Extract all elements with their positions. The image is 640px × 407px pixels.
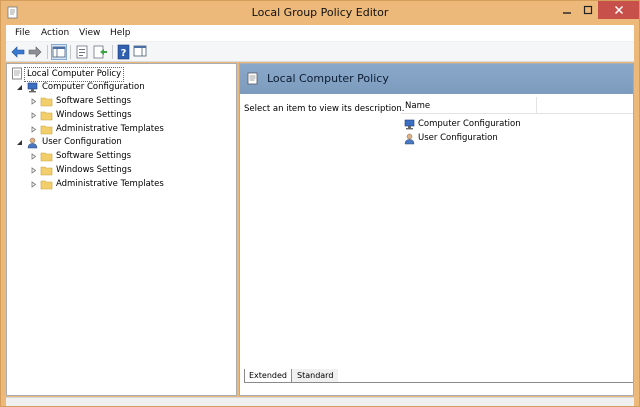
export-list-button[interactable] <box>92 44 108 60</box>
list-item-label: Computer Configuration <box>418 119 521 129</box>
tab-extended[interactable]: Extended <box>244 369 292 383</box>
collapsed-arrow-icon[interactable] <box>30 181 37 188</box>
export-list-icon <box>93 45 107 59</box>
help-button[interactable]: ? <box>116 44 132 60</box>
menu-view[interactable]: View <box>79 28 100 38</box>
collapsed-arrow-icon[interactable] <box>30 112 37 119</box>
folder-icon <box>40 123 53 136</box>
tree-item-label: Windows Settings <box>56 165 132 175</box>
user-icon <box>403 132 416 145</box>
collapsed-arrow-icon[interactable] <box>30 153 37 160</box>
tree-item-computer-software-settings[interactable]: Software Settings <box>29 95 179 108</box>
back-button[interactable] <box>10 44 26 60</box>
list-item-label: User Configuration <box>418 133 498 143</box>
collapsed-arrow-icon[interactable] <box>30 126 37 133</box>
minimize-icon <box>563 12 571 14</box>
properties-icon <box>76 45 88 59</box>
folder-icon <box>40 109 53 122</box>
menu-file[interactable]: File <box>15 28 30 38</box>
tree-item-label: Administrative Templates <box>56 124 164 134</box>
tree-item-computer-configuration[interactable]: Computer Configuration <box>15 81 175 94</box>
description-text: Select an item to view its description. <box>244 104 405 114</box>
tree-item-label: Software Settings <box>56 151 132 161</box>
toolbar-separator <box>70 45 71 59</box>
folder-icon <box>40 178 53 191</box>
folder-icon <box>40 150 53 163</box>
close-button[interactable] <box>598 1 639 19</box>
close-icon <box>614 5 623 15</box>
computer-icon <box>403 118 416 131</box>
details-header-title: Local Computer Policy <box>267 72 389 85</box>
policy-document-icon <box>11 67 24 80</box>
menu-action[interactable]: Action <box>41 28 69 38</box>
folder-icon <box>40 164 53 177</box>
tree-item-computer-administrative-templates[interactable]: Administrative Templates <box>29 123 199 136</box>
list-column-header: Name <box>401 97 633 114</box>
menu-help[interactable]: Help <box>110 28 131 38</box>
details-header: Local Computer Policy <box>240 64 633 94</box>
status-bar <box>6 397 634 406</box>
tree-item-local-computer-policy[interactable]: Local Computer Policy <box>11 67 151 82</box>
tree-item-label: Administrative Templates <box>56 179 164 189</box>
user-icon <box>26 136 39 149</box>
tree-item-computer-windows-settings[interactable]: Windows Settings <box>29 109 179 122</box>
tree-item-label: User Configuration <box>42 137 122 147</box>
tree-item-label: Local Computer Policy <box>24 67 125 82</box>
policy-document-icon <box>247 72 258 85</box>
minimize-button[interactable] <box>557 1 577 19</box>
show-hide-action-pane-icon <box>133 45 147 57</box>
svg-text:?: ? <box>121 48 127 59</box>
list-item-user-configuration[interactable]: User Configuration <box>403 132 563 145</box>
list-item-computer-configuration[interactable]: Computer Configuration <box>403 118 563 131</box>
expanded-arrow-icon[interactable] <box>16 139 23 146</box>
show-hide-action-pane-button[interactable] <box>133 44 149 60</box>
title-bar[interactable]: Local Group Policy Editor <box>1 1 639 25</box>
tab-standard[interactable]: Standard <box>292 369 338 383</box>
tree-item-label: Computer Configuration <box>42 82 145 92</box>
column-header-name[interactable]: Name <box>405 101 430 111</box>
forward-arrow-icon <box>28 46 42 58</box>
folder-icon <box>40 95 53 108</box>
toolbar: ? <box>6 42 634 62</box>
tree-item-user-software-settings[interactable]: Software Settings <box>29 150 179 163</box>
tab-baseline <box>338 382 633 383</box>
window-title: Local Group Policy Editor <box>251 6 389 19</box>
toolbar-separator <box>112 45 113 59</box>
tree-item-user-administrative-templates[interactable]: Administrative Templates <box>29 178 199 191</box>
view-tabs: Extended Standard <box>240 369 633 384</box>
console-tree-pane[interactable]: Local Computer Policy Computer Configura… <box>6 63 237 396</box>
tree-item-user-windows-settings[interactable]: Windows Settings <box>29 164 179 177</box>
maximize-icon <box>583 5 593 15</box>
tree-item-label: Software Settings <box>56 96 132 106</box>
window-frame: Local Group Policy Editor File Action Vi… <box>0 0 640 407</box>
help-icon: ? <box>117 44 130 60</box>
expanded-arrow-icon[interactable] <box>16 84 23 91</box>
show-hide-tree-button[interactable] <box>51 44 67 60</box>
column-divider[interactable] <box>536 97 537 114</box>
toolbar-separator <box>47 45 48 59</box>
tree-item-label: Windows Settings <box>56 110 132 120</box>
collapsed-arrow-icon[interactable] <box>30 98 37 105</box>
maximize-button[interactable] <box>578 1 598 19</box>
show-hide-tree-icon <box>52 46 66 58</box>
forward-button[interactable] <box>27 44 43 60</box>
back-arrow-icon <box>11 46 25 58</box>
computer-icon <box>26 81 39 94</box>
collapsed-arrow-icon[interactable] <box>30 167 37 174</box>
details-pane[interactable]: Local Computer Policy Select an item to … <box>239 63 634 396</box>
tree-item-user-configuration[interactable]: User Configuration <box>15 136 175 149</box>
menu-bar: File Action View Help <box>6 25 634 42</box>
properties-button[interactable] <box>74 44 90 60</box>
